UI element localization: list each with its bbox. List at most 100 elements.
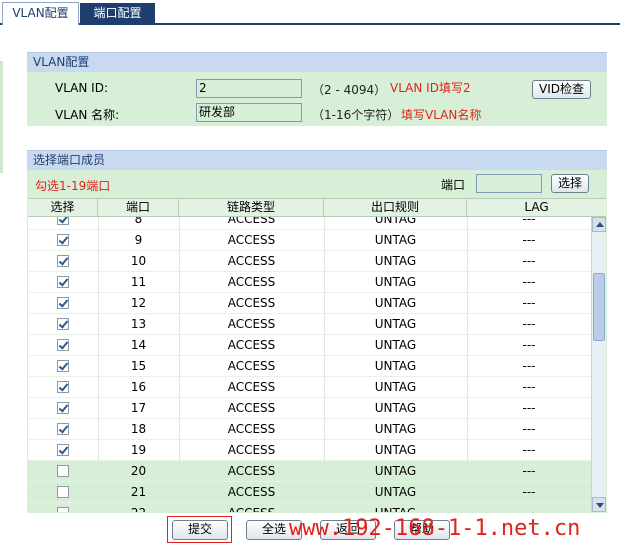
lag-cell: --- — [522, 359, 536, 373]
lag-cell: --- — [522, 296, 536, 310]
column-separator — [179, 293, 180, 314]
lag-cell: --- — [522, 317, 536, 331]
tab-vlan-config[interactable]: VLAN配置 — [2, 2, 79, 25]
egress-rule-cell: UNTAG — [374, 485, 417, 499]
submit-button[interactable]: 提交 — [172, 520, 228, 540]
column-separator — [179, 419, 180, 440]
port-select-checkbox[interactable] — [57, 217, 69, 225]
port-select-checkbox[interactable] — [57, 486, 69, 498]
table-row: 21 ACCESS UNTAG --- — [28, 482, 591, 503]
scroll-down-icon[interactable] — [592, 497, 606, 512]
scroll-thumb[interactable] — [593, 273, 605, 341]
column-separator — [467, 293, 468, 314]
link-type-cell: ACCESS — [227, 217, 276, 226]
vlan-name-annotation: 填写VLAN名称 — [401, 108, 482, 122]
link-type-cell: ACCESS — [227, 401, 276, 415]
egress-rule-cell: UNTAG — [374, 401, 417, 415]
link-type-cell: ACCESS — [227, 380, 276, 394]
column-separator — [324, 272, 325, 293]
port-select-checkbox[interactable] — [57, 297, 69, 309]
column-separator — [467, 419, 468, 440]
scroll-up-icon[interactable] — [592, 217, 606, 232]
column-separator — [179, 377, 180, 398]
port-cell: 8 — [134, 217, 143, 226]
port-select-checkbox[interactable] — [57, 255, 69, 267]
link-type-cell: ACCESS — [227, 464, 276, 478]
column-separator — [324, 314, 325, 335]
egress-rule-cell: UNTAG — [374, 464, 417, 478]
port-select-checkbox[interactable] — [57, 339, 69, 351]
link-type-cell: ACCESS — [227, 443, 276, 457]
port-select-checkbox[interactable] — [57, 234, 69, 246]
vlan-id-input[interactable]: 2 — [196, 79, 302, 98]
port-cell: 10 — [130, 254, 147, 268]
link-type-cell: ACCESS — [227, 317, 276, 331]
egress-rule-cell: UNTAG — [374, 317, 417, 331]
port-select-button[interactable]: 选择 — [551, 174, 589, 193]
table-scrollbar[interactable] — [591, 217, 606, 512]
column-separator — [324, 230, 325, 251]
egress-rule-cell: UNTAG — [374, 254, 417, 268]
port-select-checkbox[interactable] — [57, 402, 69, 414]
column-separator — [467, 503, 468, 512]
col-port: 端口 — [98, 199, 179, 217]
column-separator — [179, 482, 180, 503]
column-separator — [467, 314, 468, 335]
column-separator — [324, 251, 325, 272]
column-separator — [179, 230, 180, 251]
port-select-checkbox[interactable] — [57, 276, 69, 288]
lag-cell: --- — [522, 464, 536, 478]
table-row: 10 ACCESS UNTAG --- — [28, 251, 591, 272]
port-select-checkbox[interactable] — [57, 381, 69, 393]
column-separator — [98, 272, 99, 293]
lag-cell: --- — [522, 401, 536, 415]
link-type-cell: ACCESS — [227, 338, 276, 352]
link-type-cell: ACCESS — [227, 422, 276, 436]
port-select-checkbox[interactable] — [57, 423, 69, 435]
column-separator — [324, 419, 325, 440]
link-type-cell: ACCESS — [227, 254, 276, 268]
column-separator — [179, 356, 180, 377]
column-separator — [324, 398, 325, 419]
column-separator — [98, 461, 99, 482]
port-select-checkbox[interactable] — [57, 360, 69, 372]
left-edge-strip — [0, 61, 3, 173]
column-separator — [98, 230, 99, 251]
link-type-cell: ACCESS — [179, 503, 324, 512]
column-separator — [98, 377, 99, 398]
lag-cell: --- — [522, 217, 536, 226]
column-separator — [467, 398, 468, 419]
egress-rule-cell: UNTAG — [374, 380, 417, 394]
tab-bar: VLAN配置 端口配置 — [0, 0, 620, 25]
table-row: 19 ACCESS UNTAG --- — [28, 440, 591, 461]
vlan-name-input[interactable]: 研发部 — [196, 103, 302, 122]
vlan-id-range: （2 - 4094） — [312, 83, 387, 97]
egress-rule-cell: UNTAG — [374, 338, 417, 352]
column-separator — [324, 293, 325, 314]
link-type-cell: ACCESS — [227, 485, 276, 499]
port-filter-input[interactable] — [476, 174, 542, 193]
vid-check-button[interactable]: VID检查 — [532, 80, 591, 99]
port-select-checkbox[interactable] — [57, 507, 69, 512]
table-row: 17 ACCESS UNTAG --- — [28, 398, 591, 419]
tab-port-config[interactable]: 端口配置 — [80, 3, 155, 25]
lag-cell: --- — [522, 443, 536, 457]
link-type-cell: ACCESS — [227, 359, 276, 373]
column-separator — [324, 440, 325, 461]
port-cell: 16 — [130, 380, 147, 394]
port-cell: 11 — [130, 275, 147, 289]
port-cell: 9 — [134, 233, 143, 247]
egress-rule-cell: UNTAG — [374, 296, 417, 310]
port-select-checkbox[interactable] — [57, 444, 69, 456]
port-panel-title: 选择端口成员 — [27, 150, 607, 170]
port-cell: 17 — [130, 401, 147, 415]
port-select-checkbox[interactable] — [57, 465, 69, 477]
port-select-checkbox[interactable] — [57, 318, 69, 330]
column-separator — [179, 314, 180, 335]
table-row: 15 ACCESS UNTAG --- — [28, 356, 591, 377]
lag-cell: --- — [522, 338, 536, 352]
column-separator — [98, 482, 99, 503]
vlan-name-range: （1-16个字符） — [312, 108, 400, 122]
port-cell: 13 — [130, 317, 147, 331]
table-row: 13 ACCESS UNTAG --- — [28, 314, 591, 335]
